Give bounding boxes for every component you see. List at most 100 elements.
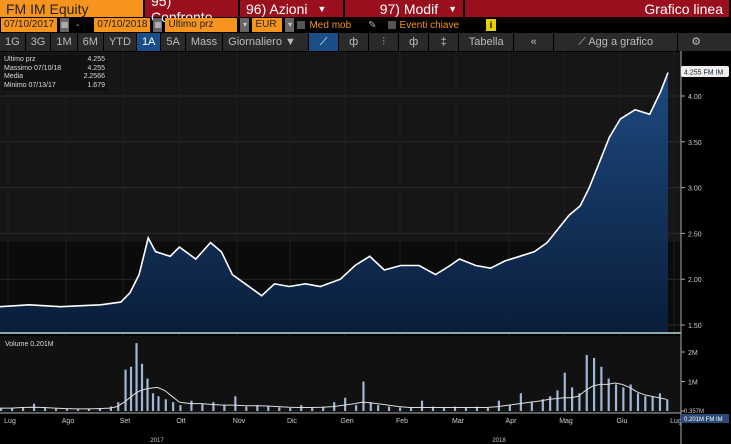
volume-legend: Volume 0.201M [2,340,57,349]
table-button[interactable]: Tabella [459,33,515,51]
checkbox[interactable] [387,21,396,29]
x-tick-label: Ago [62,418,75,425]
calendar-icon[interactable]: ▦ [60,18,70,32]
bar-chart-icon[interactable]: ⫶ [369,33,400,51]
volume-bar [377,405,380,411]
candlestick-chart-icon[interactable]: ф [399,33,430,51]
add-to-chart-button[interactable]: ⟋ Agg a grafico [554,33,679,51]
range-1g[interactable]: 1G [0,33,26,51]
volume-bar [267,406,270,411]
volume-bar [530,402,533,411]
line-chart-icon[interactable]: ⟋ [309,33,340,51]
volume-bar [0,408,3,411]
x-tick-label: Lug [4,418,16,425]
volume-bar [135,343,138,411]
volume-bar [362,381,365,411]
volume-bar [636,393,640,411]
price-legend: Ultimo prz 4.255 Massimo 07/10/18 4.255 Me… [2,55,107,91]
volume-bar [592,357,596,411]
legend-last-value: 4.255 [87,56,105,63]
last-price-label: 4.255 FM IM [684,70,723,77]
year-label: 2018 [492,438,506,444]
legend-min-value: 1.679 [87,81,105,89]
key-events-toggle[interactable]: Eventi chiave [387,19,460,31]
volume-bar [658,393,662,411]
volume-bar [311,408,314,411]
volume-bar [549,396,552,411]
volume-y-tick-label: 1M [688,380,698,387]
range-3g[interactable]: 3G [26,33,52,51]
key-events-label: Eventi chiave [399,19,460,31]
volume-bar [585,354,588,411]
checkbox[interactable] [297,21,306,29]
volume-bar [556,390,559,411]
volume-bar [223,405,226,411]
price-volume-chart[interactable]: 1.50 2.00 2.50 3.00 3.50 4.00 1M 2M Lug Ago Set Ott… [0,51,731,444]
volume-bar [201,403,204,411]
chart-add-icon: ⟋ [578,36,589,48]
legend-max-label: Massimo 07/10/18 [4,64,62,72]
volume-y-tick-label: 2M [688,350,698,357]
volume-bar [607,378,610,411]
volume-bar [614,384,618,411]
y-tick-label: 2.50 [688,231,702,238]
volume-bar [172,402,175,411]
calendar-icon[interactable]: ▦ [153,18,163,32]
end-date-input[interactable]: 07/10/2018 [94,18,151,32]
volume-last-tag: 0.201M FM IM [684,417,723,423]
range-max[interactable]: Mass [186,33,224,51]
ticker-field[interactable]: FM IM Equity [0,0,145,17]
volume-bar [508,405,511,411]
compare-button[interactable]: 95) Confronto [145,0,240,25]
field-select[interactable]: Ultimo prz [165,18,238,32]
volume-bar [65,409,69,411]
range-5a[interactable]: 5A [161,33,186,51]
y-tick-label: 4.00 [688,94,702,101]
range-1m[interactable]: 1M [51,33,78,51]
volume-bar [420,400,424,411]
volume-bar [622,387,625,411]
settings-gear-icon[interactable]: ⚙ [678,33,714,51]
volume-bar [179,405,182,411]
volume-bar [563,372,566,411]
volume-bar [571,387,574,411]
chevron-down-icon[interactable]: ▾ [285,18,295,32]
info-icon[interactable]: i [486,19,497,31]
x-tick-label: Feb [396,418,408,425]
volume-bar [387,406,391,411]
start-date-input[interactable]: 07/10/2017 [1,18,58,32]
chevron-down-icon[interactable]: ▾ [240,18,250,32]
volume-bar [124,369,127,411]
moving-average-toggle[interactable]: Med mob [297,20,351,31]
ohlc-chart-icon[interactable]: ф [339,33,370,51]
x-tick-label: Ott [176,418,185,425]
x-tick-label: Gen [340,418,353,425]
pencil-icon[interactable]: ✎ [368,20,376,31]
period-select[interactable]: Giornaliero ▼ [223,33,310,51]
range-ytd[interactable]: YTD [104,33,137,51]
parameters-bar: 07/10/2017 ▦ - 07/10/2018 ▦ Ultimo prz ▾… [0,17,731,33]
volume-bar [146,378,149,411]
chart-toolbar: 1G 3G 1M 6M YTD 1A 5A Mass Giornaliero ▼… [0,33,731,51]
volume-bar [76,409,80,411]
volume-bar [600,366,603,411]
x-tick-label: Mag [559,418,573,425]
volume-bar [519,393,522,411]
chart-type-label[interactable]: Grafico linea [638,0,731,17]
chevron-down-icon: ▼ [448,3,457,14]
volume-bar [278,407,281,411]
chevron-down-icon: ▼ [317,3,327,14]
volume-bar [190,400,193,411]
volume-bar [497,400,500,411]
hlc-chart-icon[interactable]: ‡ [429,33,460,51]
y-tick-label: 2.00 [688,277,702,284]
range-6m[interactable]: 6M [78,33,104,51]
x-tick-label: Mar [452,418,465,425]
currency-select[interactable]: EUR [252,18,283,32]
year-label: 2017 [150,438,164,444]
collapse-button[interactable]: « [514,33,555,51]
modify-menu[interactable]: 97) Modif ▼ [345,0,465,17]
range-1a[interactable]: 1A [136,33,162,51]
actions-menu[interactable]: 96) Azioni ▼ [240,0,345,17]
volume-bar [486,408,490,411]
